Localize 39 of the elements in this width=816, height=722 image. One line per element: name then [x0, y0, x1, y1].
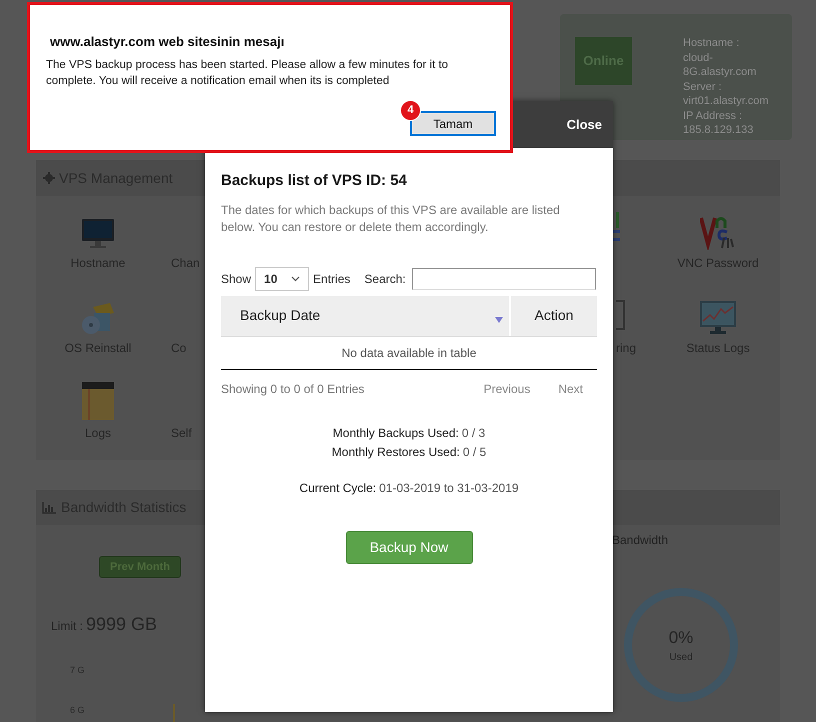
chart-line-drawing: [172, 704, 176, 722]
vnc-logo-icon: [700, 214, 736, 250]
table-info: Showing 0 to 0 of 0 Entries: [221, 380, 364, 398]
chevron-down-icon: [291, 276, 300, 282]
server-detail: IP Address :: [683, 108, 744, 123]
server-detail: 8G.alastyr.com: [683, 65, 758, 80]
page-size-select[interactable]: 10: [255, 266, 310, 290]
sort-icon: [495, 316, 503, 322]
server-detail: Server :: [683, 80, 723, 94]
alert-title: www.alastyr.com web sitesinin mesajı: [50, 33, 286, 51]
stat-value: 0 / 3: [462, 424, 486, 442]
monitor-icon: [81, 218, 115, 250]
stat-label: Monthly Restores Used:: [332, 444, 460, 460]
column-header[interactable]: Backup Date: [221, 296, 509, 336]
cycle-label: Current Cycle:: [299, 480, 376, 496]
bar-chart-icon: [42, 502, 56, 514]
cycle-value: 01-03-2019 to 31-03-2019: [379, 480, 519, 496]
server-detail: cloud-: [683, 50, 714, 65]
show-label: Show: [221, 270, 252, 288]
server-detail: 185.8.129.133: [683, 123, 754, 138]
gear-icon: [43, 172, 55, 184]
notepad-icon: [82, 382, 114, 420]
search-label: Search:: [364, 270, 406, 288]
modal-title: Backups list of VPS ID: 54: [221, 171, 408, 191]
column-header[interactable]: Action: [511, 296, 597, 336]
server-detail: virt01.alastyr.com: [683, 94, 769, 108]
stat-label: Monthly Backups Used:: [332, 424, 459, 442]
stat-value: 0 / 5: [462, 444, 486, 460]
empty-table-row: No data available in table: [221, 336, 597, 370]
entries-label: Entries: [313, 270, 350, 288]
frame-icon: [616, 300, 626, 330]
chart-monitor-icon: [700, 301, 736, 335]
alert-message: The VPS backup process has been started. Please allow a few minutes for it to complete. You will receive a notification email when its is completed: [46, 58, 450, 88]
search-field[interactable]: [412, 268, 596, 290]
modal-description: The dates for which backups of this VPS are available are listed below. You can restore or delete them accordingly.: [221, 202, 561, 236]
server-detail: Hostname :: [683, 36, 740, 50]
close-button[interactable]: Close: [566, 114, 602, 134]
step-badge: 4: [400, 100, 421, 121]
backup-now-button[interactable]: Backup Now: [346, 530, 472, 564]
